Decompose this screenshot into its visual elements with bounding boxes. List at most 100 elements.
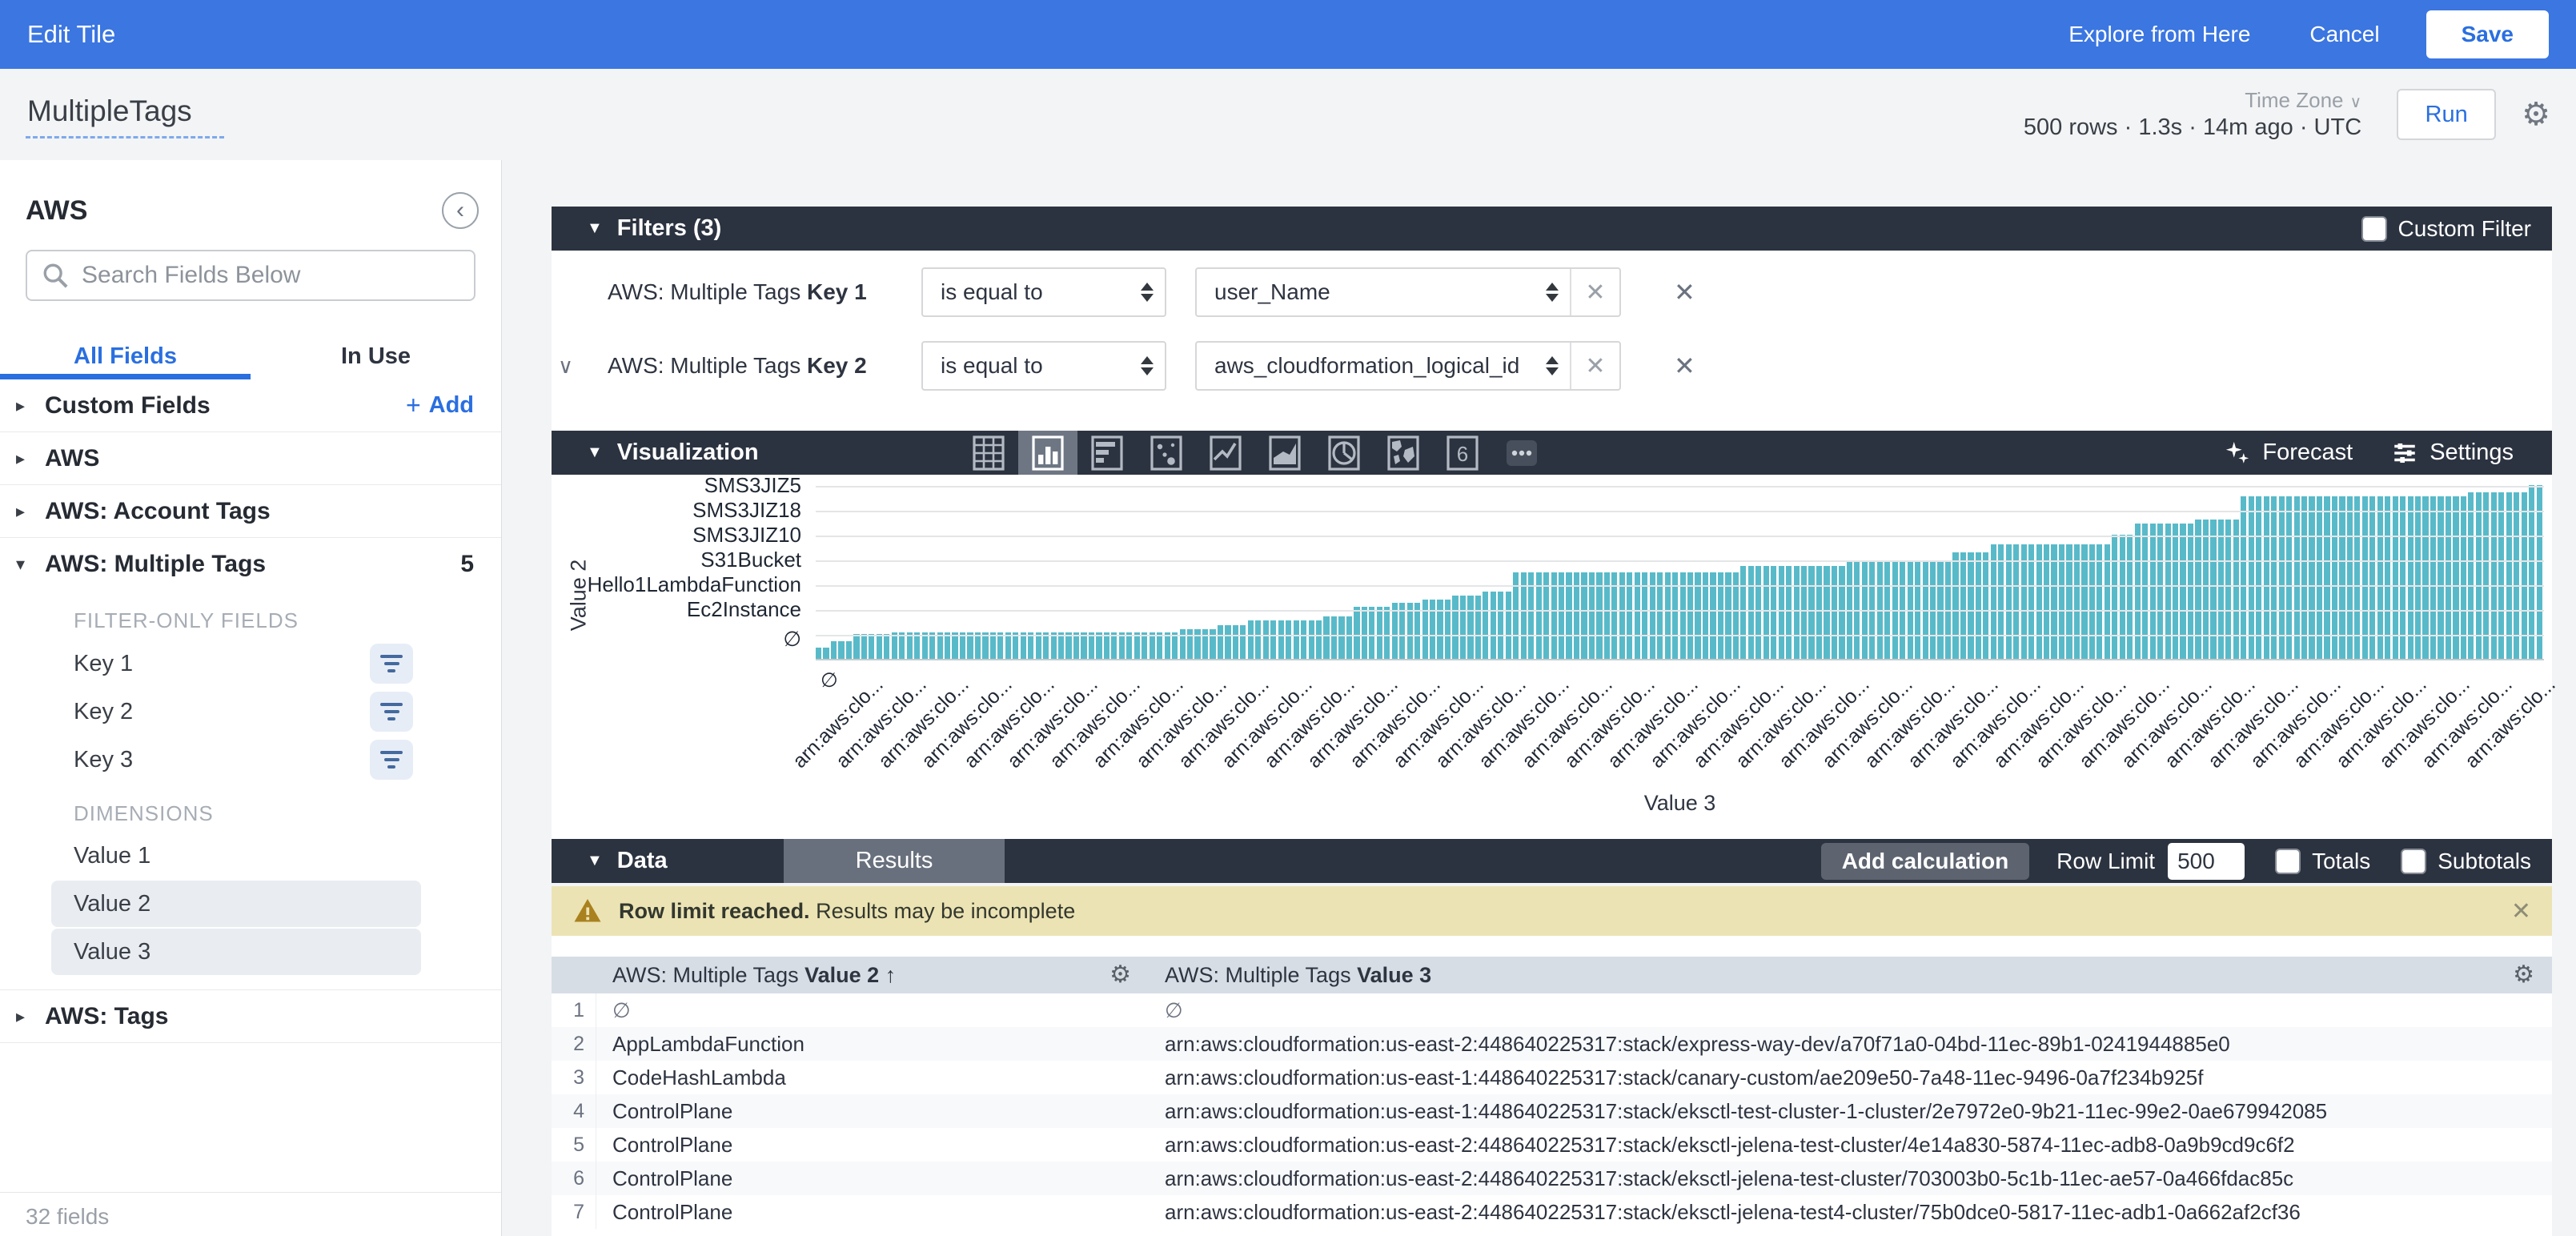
chart-bar[interactable]: [1816, 566, 1822, 659]
explore-title[interactable]: MultipleTags: [26, 91, 224, 138]
chart-bar[interactable]: [982, 632, 988, 659]
dimension-field-row[interactable]: Value 1: [51, 833, 421, 879]
viz-type-map-icon[interactable]: [1374, 431, 1433, 475]
chart-bar[interactable]: [2195, 520, 2201, 659]
chart-bar[interactable]: [1976, 552, 1981, 659]
chart-bar[interactable]: [1263, 620, 1269, 659]
viz-type-column-icon[interactable]: [1018, 431, 1077, 475]
chart-bar[interactable]: [846, 641, 852, 659]
chart-bar[interactable]: [1286, 620, 1291, 659]
remove-filter-icon[interactable]: ✕: [1674, 277, 1695, 307]
chart-bar[interactable]: [2225, 520, 2231, 659]
chart-bar[interactable]: [1445, 600, 1451, 659]
chart-bar[interactable]: [2112, 535, 2117, 659]
chart-bar[interactable]: [1755, 566, 1761, 659]
column-header-value3[interactable]: AWS: Multiple Tags Value 3: [1165, 963, 1431, 988]
chart-bar[interactable]: [1309, 620, 1314, 659]
caret-down-icon[interactable]: ▼: [587, 443, 603, 462]
chart-bar[interactable]: [945, 632, 950, 659]
chart-bar[interactable]: [929, 632, 935, 659]
viz-type-single-value-icon[interactable]: 6: [1433, 431, 1492, 475]
chart-bar[interactable]: [1377, 607, 1382, 659]
chart-bar[interactable]: [1960, 552, 1966, 659]
run-button[interactable]: Run: [2397, 89, 2496, 140]
clear-value-icon[interactable]: ✕: [1570, 269, 1619, 315]
chart-bar[interactable]: [1475, 596, 1481, 659]
chart-bar[interactable]: [823, 648, 829, 659]
chart-bar[interactable]: [1384, 607, 1390, 659]
chart-bar[interactable]: [1058, 632, 1064, 659]
chart-bar[interactable]: [1467, 596, 1473, 659]
filter-value-select[interactable]: aws_cloudformation_logical_id✕: [1195, 341, 1621, 391]
chart-bar[interactable]: [1354, 607, 1359, 659]
chart-bar[interactable]: [2120, 535, 2125, 659]
chart-bar[interactable]: [1801, 566, 1807, 659]
filter-value-select[interactable]: user_Name✕: [1195, 267, 1621, 317]
chart-bar[interactable]: [2142, 524, 2148, 659]
chart-bar[interactable]: [1248, 620, 1254, 659]
chart-bar[interactable]: [1338, 616, 1344, 659]
filter-operator-select[interactable]: is equal to: [921, 267, 1166, 317]
chart-bar[interactable]: [1233, 625, 1238, 659]
filter-only-field-row[interactable]: Key 1: [0, 640, 501, 688]
chart-bar[interactable]: [1422, 600, 1428, 659]
chart-bar[interactable]: [1808, 566, 1814, 659]
chart-bar[interactable]: [2127, 535, 2133, 659]
chart-bar[interactable]: [2483, 492, 2489, 659]
chart-bar[interactable]: [937, 632, 943, 659]
chart-bar[interactable]: [1779, 566, 1784, 659]
chart-bar[interactable]: [1225, 625, 1230, 659]
chart-bar[interactable]: [1983, 552, 1988, 659]
chart-bar[interactable]: [1748, 566, 1754, 659]
chart-bar[interactable]: [1043, 632, 1049, 659]
chart-bar[interactable]: [899, 632, 905, 659]
tab-in-use[interactable]: In Use: [251, 333, 501, 379]
chart-bar[interactable]: [884, 634, 889, 659]
chart-bar[interactable]: [1301, 620, 1306, 659]
chart-bar[interactable]: [1316, 620, 1322, 659]
sidebar-section-multiple-tags[interactable]: ▾ AWS: Multiple Tags 5: [0, 538, 501, 591]
chart-bar[interactable]: [1187, 629, 1193, 659]
filter-operator-select[interactable]: is equal to: [921, 341, 1166, 391]
chart-bar[interactable]: [1051, 632, 1057, 659]
chart-bar[interactable]: [2468, 492, 2474, 659]
chart-bar[interactable]: [2506, 492, 2512, 659]
chart-bar[interactable]: [1483, 592, 1488, 659]
chart-bar[interactable]: [2173, 524, 2178, 659]
chart-bar[interactable]: [1824, 566, 1829, 659]
custom-filter-toggle[interactable]: Custom Filter: [2361, 216, 2531, 242]
tab-results[interactable]: Results: [784, 839, 1005, 883]
chart-bar[interactable]: [1498, 592, 1503, 659]
chart-bar[interactable]: [1255, 620, 1261, 659]
add-custom-field-button[interactable]: +Add: [406, 391, 474, 420]
remove-filter-icon[interactable]: ✕: [1674, 351, 1695, 381]
chart-bar[interactable]: [997, 632, 1003, 659]
chart-bar[interactable]: [861, 634, 867, 659]
chart-bar[interactable]: [1202, 629, 1208, 659]
explore-from-here-link[interactable]: Explore from Here: [2068, 22, 2250, 47]
close-icon[interactable]: ✕: [2511, 897, 2531, 925]
chart-bar[interactable]: [1157, 632, 1162, 659]
subtotals-checkbox[interactable]: [2401, 849, 2426, 874]
chart-bar[interactable]: [1150, 632, 1155, 659]
chart-bar[interactable]: [975, 632, 981, 659]
save-button[interactable]: Save: [2426, 10, 2549, 58]
table-row[interactable]: 4ControlPlanearn:aws:cloudformation:us-e…: [552, 1094, 2552, 1128]
custom-filter-checkbox[interactable]: [2361, 216, 2387, 242]
sidebar-section-account-tags[interactable]: ▸ AWS: Account Tags: [0, 485, 501, 538]
filter-icon[interactable]: [370, 644, 413, 684]
chart-bar[interactable]: [1180, 629, 1186, 659]
chart-bar[interactable]: [2135, 524, 2141, 659]
chart-bar[interactable]: [1346, 616, 1352, 659]
chart-bar[interactable]: [1839, 566, 1844, 659]
chart-bar[interactable]: [869, 634, 874, 659]
chart-bar[interactable]: [831, 641, 837, 659]
chart-bar[interactable]: [1172, 632, 1178, 659]
cancel-button[interactable]: Cancel: [2309, 22, 2379, 47]
chart-bar[interactable]: [2514, 492, 2519, 659]
chart-bar[interactable]: [960, 632, 965, 659]
caret-down-icon[interactable]: ▼: [587, 852, 603, 870]
filter-only-field-row[interactable]: Key 2: [0, 688, 501, 736]
tab-all-fields[interactable]: All Fields: [0, 333, 251, 379]
table-row[interactable]: 2AppLambdaFunctionarn:aws:cloudformation…: [552, 1027, 2552, 1061]
